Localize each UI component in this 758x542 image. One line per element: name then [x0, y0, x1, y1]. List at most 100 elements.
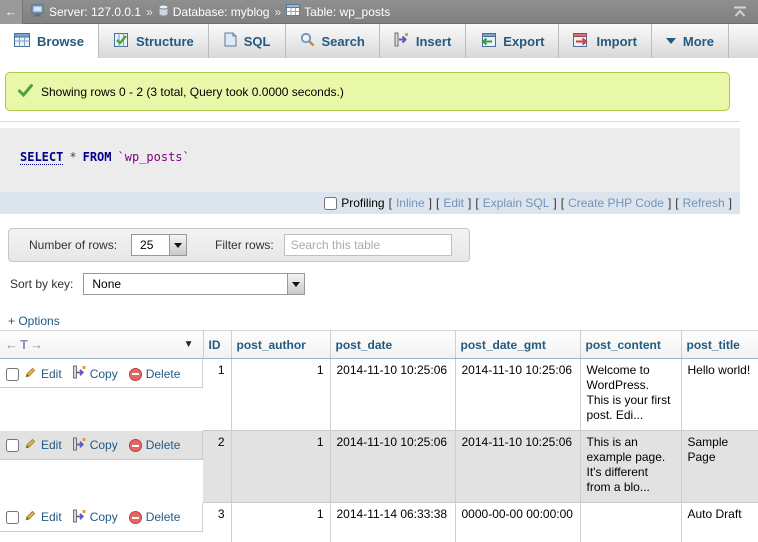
results-table: ←T→ ▼ ID post_author post_date post_date…: [0, 330, 758, 542]
tab-more[interactable]: More: [652, 24, 729, 58]
edit-row-link[interactable]: Edit: [24, 437, 62, 454]
import-icon: [573, 33, 589, 50]
pencil-icon: [24, 366, 37, 383]
delete-icon: [129, 511, 142, 524]
cell-post-content: This is an example page. It's different …: [580, 431, 681, 503]
pencil-icon: [24, 437, 37, 454]
edit-label: Edit: [41, 510, 62, 525]
tab-browse[interactable]: Browse: [0, 24, 99, 58]
tab-sql[interactable]: SQL: [209, 24, 286, 58]
delete-icon: [129, 368, 142, 381]
copy-row-link[interactable]: Copy: [73, 509, 118, 527]
delete-row-link[interactable]: Delete: [129, 367, 181, 382]
edit-row-link[interactable]: Edit: [24, 366, 62, 383]
breadcrumb-separator: »: [146, 5, 153, 19]
cell-post-author: 1: [231, 431, 330, 503]
edit-label: Edit: [41, 367, 62, 382]
tab-insert[interactable]: Insert: [380, 24, 466, 58]
bracket: ]: [429, 196, 432, 210]
select-dropdown-button[interactable]: [169, 235, 186, 255]
explain-sql-link[interactable]: Explain SQL: [483, 196, 550, 210]
edit-query-link[interactable]: Edit: [443, 196, 464, 210]
edit-row-link[interactable]: Edit: [24, 509, 62, 526]
tab-import[interactable]: Import: [559, 24, 651, 58]
tab-structure-label: Structure: [136, 34, 194, 49]
breadcrumb-server[interactable]: Server: 127.0.0.1: [31, 4, 141, 20]
edit-label: Edit: [41, 438, 62, 453]
column-header-post-title[interactable]: post_title: [681, 331, 758, 359]
cell-post-title: Hello world!: [681, 359, 758, 431]
options-toggle-link[interactable]: + Options: [8, 314, 60, 328]
breadcrumb: Server: 127.0.0.1 » Database: myblog » T…: [31, 4, 732, 20]
bracket: ]: [468, 196, 471, 210]
filter-rows-input[interactable]: [284, 234, 452, 256]
profiling-label: Profiling: [341, 196, 384, 210]
copy-icon: [73, 437, 86, 455]
profiling-toggle[interactable]: Profiling: [324, 196, 384, 210]
row-checkbox[interactable]: [6, 368, 19, 381]
bracket: [: [389, 196, 392, 210]
cell-id: 1: [203, 359, 231, 431]
copy-row-link[interactable]: Copy: [73, 437, 118, 455]
bracket: ]: [553, 196, 556, 210]
copy-label: Copy: [90, 510, 118, 525]
row-checkbox[interactable]: [6, 439, 19, 452]
cell-post-date-gmt: 0000-00-00 00:00:00: [455, 503, 580, 542]
status-message-text: Showing rows 0 - 2 (3 total, Query took …: [41, 85, 344, 99]
collapse-panel-icon[interactable]: [732, 6, 748, 18]
header-menu-icon[interactable]: ▼: [184, 339, 198, 350]
delete-row-link[interactable]: Delete: [129, 510, 181, 525]
breadcrumb-separator: »: [274, 5, 281, 19]
back-button[interactable]: ←: [0, 0, 23, 24]
column-header-post-author[interactable]: post_author: [231, 331, 330, 359]
sql-keyword-select[interactable]: SELECT: [20, 150, 63, 165]
bracket: [: [436, 196, 439, 210]
tab-browse-label: Browse: [37, 34, 84, 49]
column-header-post-date[interactable]: post_date: [330, 331, 455, 359]
inline-link[interactable]: Inline: [396, 196, 425, 210]
breadcrumb-database[interactable]: Database: myblog: [158, 4, 270, 20]
column-move-marker[interactable]: ←T→: [5, 337, 45, 352]
cell-post-content: [580, 503, 681, 542]
column-header-id[interactable]: ID: [203, 331, 231, 359]
sql-star: *: [69, 150, 76, 164]
browse-icon: [14, 33, 30, 50]
breadcrumb-server-label: Server: 127.0.0.1: [49, 5, 141, 19]
tab-search[interactable]: Search: [286, 24, 380, 58]
row-checkbox[interactable]: [6, 511, 19, 524]
status-message: Showing rows 0 - 2 (3 total, Query took …: [5, 72, 730, 111]
column-header-post-date-gmt[interactable]: post_date_gmt: [455, 331, 580, 359]
tab-sql-label: SQL: [244, 34, 271, 49]
cell-post-date: 2014-11-10 10:25:06: [330, 359, 455, 431]
refresh-link[interactable]: Refresh: [683, 196, 725, 210]
number-of-rows-value: 25: [132, 238, 161, 252]
database-icon: [158, 4, 169, 20]
sql-table-ref: `wp_posts`: [118, 150, 190, 164]
table-row: Edit Copy Delete 2 1 2014-11-10 10:25:06…: [0, 431, 758, 503]
table-header-row: ←T→ ▼ ID post_author post_date post_date…: [0, 331, 758, 359]
number-of-rows-select[interactable]: 25: [131, 234, 187, 256]
table-row: Edit Copy Delete 3 1 2014-11-14 06:33:38…: [0, 503, 758, 542]
profiling-checkbox[interactable]: [324, 197, 337, 210]
cell-post-content: Welcome to WordPress. This is your first…: [580, 359, 681, 431]
table-row: Edit Copy Delete 1 1 2014-11-10 10:25:06…: [0, 359, 758, 431]
create-php-code-link[interactable]: Create PHP Code: [568, 196, 664, 210]
delete-label: Delete: [146, 510, 181, 525]
breadcrumb-database-label: Database: myblog: [173, 5, 270, 19]
breadcrumb-table[interactable]: Table: wp_posts: [286, 4, 390, 19]
chevron-down-icon: [292, 282, 300, 287]
query-footer: Profiling [ Inline ] [ Edit ] [ Explain …: [0, 192, 740, 214]
select-dropdown-button[interactable]: [287, 274, 304, 294]
delete-icon: [129, 439, 142, 452]
tab-more-label: More: [683, 34, 714, 49]
sort-by-key-select[interactable]: None: [83, 273, 305, 295]
bracket: [: [675, 196, 678, 210]
sort-by-key-row: Sort by key: None: [10, 273, 305, 295]
copy-row-link[interactable]: Copy: [73, 365, 118, 383]
sql-icon: [223, 32, 237, 50]
column-header-post-content[interactable]: post_content: [580, 331, 681, 359]
tab-export[interactable]: Export: [466, 24, 559, 58]
cell-post-title: Sample Page: [681, 431, 758, 503]
tab-structure[interactable]: Structure: [99, 24, 209, 58]
delete-row-link[interactable]: Delete: [129, 438, 181, 453]
